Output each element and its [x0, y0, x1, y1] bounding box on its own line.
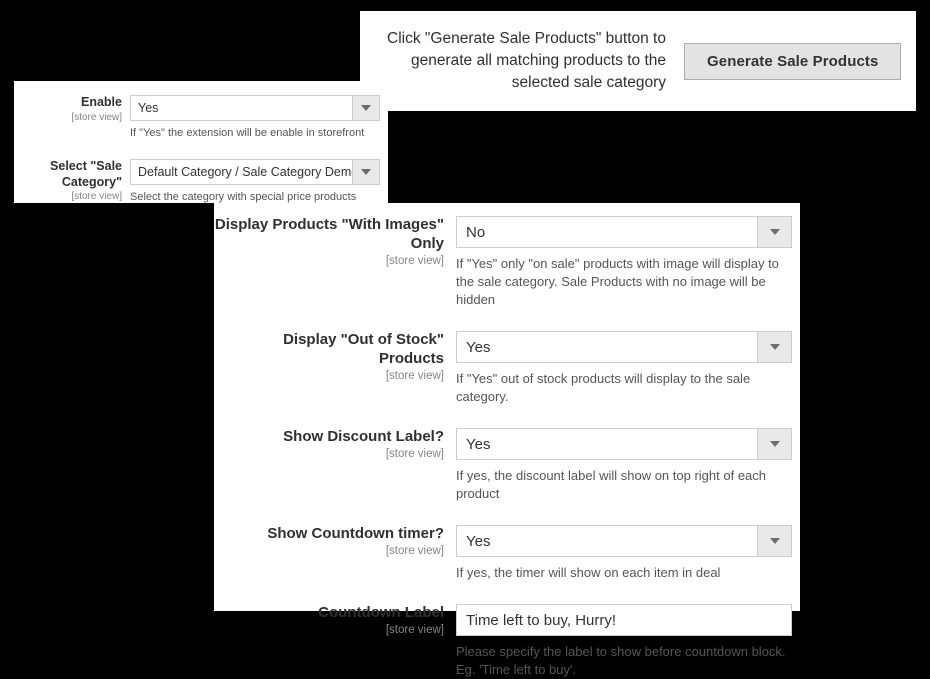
chevron-down-icon[interactable] — [352, 96, 379, 120]
chevron-down-icon[interactable] — [757, 526, 791, 556]
label-scope: [store view] — [385, 369, 444, 382]
sale-category-select-value: Default Category / Sale Category Demo — [131, 160, 352, 184]
chevron-down-icon[interactable] — [352, 160, 379, 184]
field-control-countdown-label: Time left to buy, Hurry! Please specify … — [456, 604, 792, 679]
display-with-images-hint: If "Yes" only "on sale" products with im… — [456, 256, 779, 307]
row-spacer — [214, 309, 800, 331]
countdown-label-hint: Please specify the label to show before … — [456, 644, 786, 677]
field-control-display-out-of-stock: Yes If "Yes" out of stock products will … — [456, 331, 792, 406]
field-row-display-with-images: Display Products "With Images" Only [sto… — [214, 216, 800, 309]
row-spacer — [14, 141, 388, 159]
chevron-down-icon[interactable] — [757, 332, 791, 362]
sale-products-settings-panel: Display Products "With Images" Only [sto… — [214, 203, 800, 677]
label-text: Select "Sale Category" — [50, 159, 122, 189]
field-label-sale-category: Select "Sale Category" [store view] — [14, 159, 130, 205]
row-spacer — [214, 406, 800, 428]
field-row-sale-category: Select "Sale Category" [store view] Defa… — [14, 159, 388, 205]
label-scope: [store view] — [71, 111, 122, 123]
field-label-countdown-label: Countdown Label [store view] — [214, 604, 456, 679]
generate-instruction-text: Click "Generate Sale Products" button to… — [387, 30, 666, 91]
label-text: Countdown Label — [318, 604, 444, 621]
countdown-label-input[interactable]: Time left to buy, Hurry! — [456, 604, 792, 636]
show-countdown-timer-select-value: Yes — [457, 526, 757, 556]
show-discount-label-select[interactable]: Yes — [456, 428, 792, 460]
enable-hint: If "Yes" the extension will be enable in… — [130, 127, 365, 139]
field-control-show-discount-label: Yes If yes, the discount label will show… — [456, 428, 792, 503]
field-control-sale-category: Default Category / Sale Category Demo Se… — [130, 159, 380, 205]
display-out-of-stock-select-value: Yes — [457, 332, 757, 362]
field-label-display-with-images: Display Products "With Images" Only [sto… — [214, 216, 456, 309]
sale-category-select[interactable]: Default Category / Sale Category Demo — [130, 159, 380, 185]
field-control-enable: Yes If "Yes" the extension will be enabl… — [130, 95, 380, 141]
field-label-display-out-of-stock: Display "Out of Stock" Products [store v… — [214, 331, 456, 406]
show-countdown-timer-hint: If yes, the timer will show on each item… — [456, 565, 721, 580]
field-row-countdown-label: Countdown Label [store view] Time left t… — [214, 604, 800, 679]
field-control-display-with-images: No If "Yes" only "on sale" products with… — [456, 216, 792, 309]
enable-select-value: Yes — [131, 96, 352, 120]
enable-settings-panel: Enable [store view] Yes If "Yes" the ext… — [14, 81, 388, 203]
show-discount-label-hint: If yes, the discount label will show on … — [456, 468, 767, 501]
row-spacer — [214, 503, 800, 525]
field-row-show-discount-label: Show Discount Label? [store view] Yes If… — [214, 428, 800, 503]
label-text: Show Discount Label? — [283, 428, 444, 445]
label-scope: [store view] — [385, 544, 444, 557]
label-text: Enable — [81, 95, 122, 109]
show-discount-label-select-value: Yes — [457, 429, 757, 459]
enable-select[interactable]: Yes — [130, 95, 380, 121]
generate-sale-products-button[interactable]: Generate Sale Products — [684, 42, 902, 80]
display-out-of-stock-select[interactable]: Yes — [456, 331, 792, 363]
show-countdown-timer-select[interactable]: Yes — [456, 525, 792, 557]
field-control-show-countdown-timer: Yes If yes, the timer will show on each … — [456, 525, 792, 582]
field-label-show-countdown-timer: Show Countdown timer? [store view] — [214, 525, 456, 582]
label-text: Display "Out of Stock" Products — [283, 331, 444, 367]
label-scope: [store view] — [385, 254, 444, 267]
row-spacer — [214, 582, 800, 604]
chevron-down-icon[interactable] — [757, 429, 791, 459]
label-scope: [store view] — [385, 447, 444, 460]
display-with-images-select[interactable]: No — [456, 216, 792, 248]
generate-sale-products-panel: Click "Generate Sale Products" button to… — [360, 11, 916, 111]
chevron-down-icon[interactable] — [757, 217, 791, 247]
display-out-of-stock-hint: If "Yes" out of stock products will disp… — [456, 371, 751, 404]
field-row-show-countdown-timer: Show Countdown timer? [store view] Yes I… — [214, 525, 800, 582]
field-row-enable: Enable [store view] Yes If "Yes" the ext… — [14, 95, 388, 141]
label-text: Show Countdown timer? — [267, 525, 444, 542]
label-scope: [store view] — [71, 191, 122, 203]
field-label-show-discount-label: Show Discount Label? [store view] — [214, 428, 456, 503]
generate-row: Click "Generate Sale Products" button to… — [360, 11, 916, 111]
field-label-enable: Enable [store view] — [14, 95, 130, 141]
display-with-images-select-value: No — [457, 217, 757, 247]
label-text: Display Products "With Images" Only — [214, 216, 444, 252]
field-row-display-out-of-stock: Display "Out of Stock" Products [store v… — [214, 331, 800, 406]
